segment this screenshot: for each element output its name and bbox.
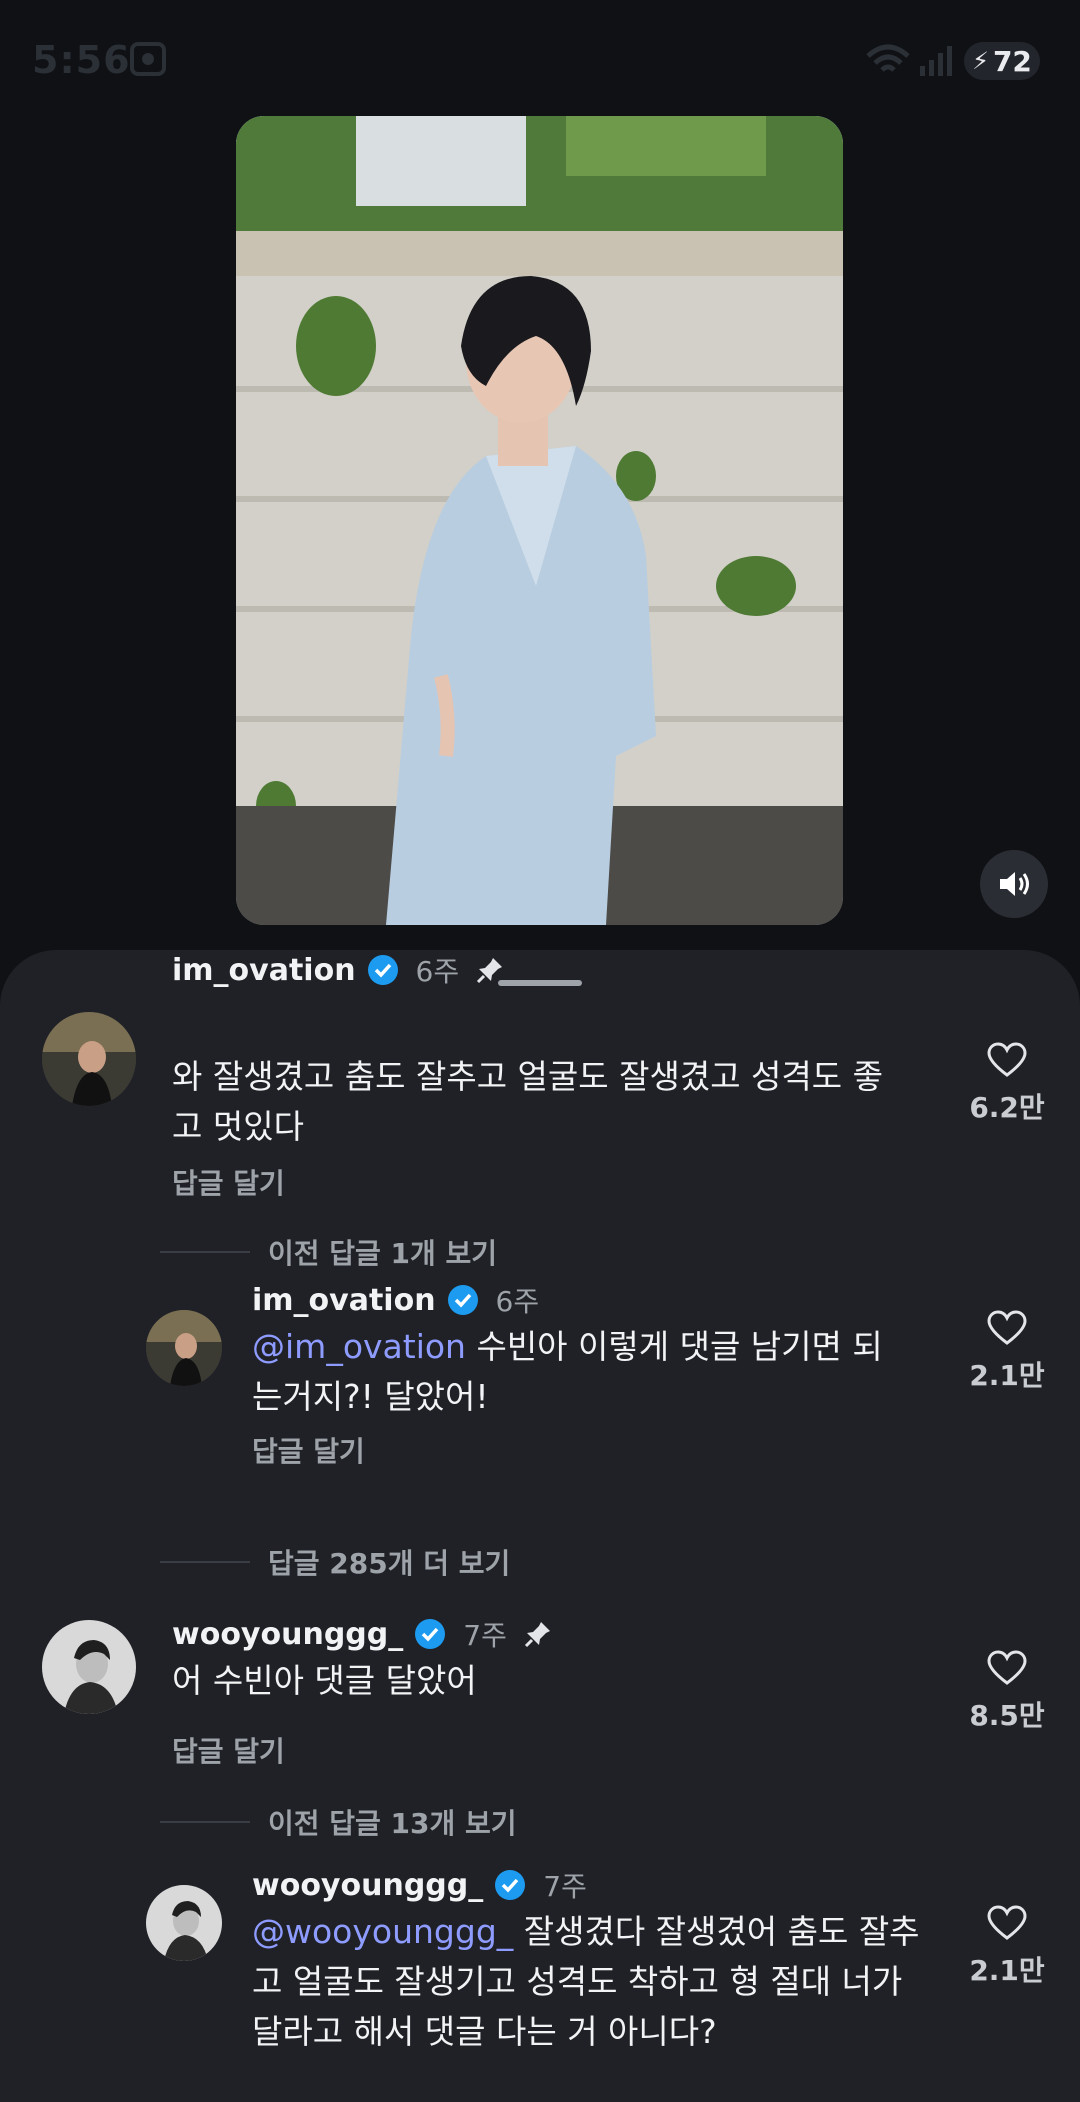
reply-item: wooyounggg_ 7주 @wooyounggg_ 잘생겼다 잘생겼어 춤도…	[0, 1868, 1080, 2102]
reply-button[interactable]: 답글 달기	[172, 1162, 285, 1202]
comment-header: im_ovation 6주	[252, 1280, 539, 1320]
verified-badge-icon	[367, 955, 398, 985]
comment-header: im_ovation 6주	[172, 950, 505, 990]
view-previous-replies[interactable]: 이전 답글 1개 보기	[160, 1232, 497, 1272]
heart-icon	[987, 1042, 1027, 1077]
comment-item: im_ovation 6주 와 잘생겼고 춤도 잘추고 얼굴도 잘생겼고 성격도…	[0, 950, 1080, 1210]
comment-header: wooyounggg_ 7주	[172, 1614, 553, 1654]
like-button[interactable]: 8.5만	[962, 1650, 1052, 1734]
avatar[interactable]	[146, 1310, 222, 1386]
reply-item: im_ovation 6주 @im_ovation 수빈아 이렇게 댓글 남기면…	[0, 1283, 1080, 1510]
comment-text: @im_ovation 수빈아 이렇게 댓글 남기면 되는거지?! 달았어!	[252, 1327, 883, 1416]
comment-text: @wooyounggg_ 잘생겼다 잘생겼어 춤도 잘추고 얼굴도 잘생기고 성…	[252, 1912, 920, 2051]
comment-age: 7주	[543, 1870, 587, 1903]
comment-age: 7주	[463, 1619, 507, 1652]
pin-icon	[524, 1622, 550, 1648]
like-count: 2.1만	[969, 1954, 1045, 1987]
heart-icon	[987, 1310, 1027, 1345]
charging-icon: ⚡	[972, 47, 989, 75]
view-previous-replies[interactable]: 이전 답글 13개 보기	[160, 1802, 517, 1842]
status-time: 5:56	[32, 38, 131, 82]
battery-indicator: ⚡ 72	[964, 42, 1040, 80]
comment-text: 와 잘생겼고 춤도 잘추고 얼굴도 잘생겼고 성격도 좋고 멋있다	[172, 1057, 883, 1146]
verified-badge-icon	[447, 1285, 478, 1315]
wifi-icon	[866, 44, 910, 72]
status-bar: 5:56 ⚡ 72	[0, 0, 1080, 120]
comment-username[interactable]: im_ovation	[172, 953, 356, 988]
comment-username[interactable]: wooyounggg_	[172, 1617, 403, 1652]
comment-text: 어 수빈아 댓글 달았어	[172, 1661, 477, 1700]
signal-icon	[920, 46, 952, 76]
comment-age: 6주	[495, 1285, 540, 1318]
thread-divider	[160, 1251, 250, 1253]
pin-icon	[477, 958, 503, 984]
view-more-replies[interactable]: 답글 285개 더 보기	[160, 1542, 510, 1582]
avatar[interactable]	[146, 1885, 222, 1961]
battery-level: 72	[992, 44, 1032, 78]
like-count: 6.2만	[969, 1091, 1045, 1124]
verified-badge-icon	[415, 1619, 446, 1649]
heart-icon	[987, 1905, 1027, 1940]
heart-icon	[987, 1650, 1027, 1685]
comment-age: 6주	[415, 955, 460, 988]
like-count: 2.1만	[969, 1359, 1045, 1392]
comments-sheet: im_ovation 6주 와 잘생겼고 춤도 잘추고 얼굴도 잘생겼고 성격도…	[0, 950, 1080, 2102]
volume-button[interactable]	[980, 850, 1048, 918]
reply-button[interactable]: 답글 달기	[172, 1730, 285, 1770]
comment-username[interactable]: wooyounggg_	[252, 1868, 483, 1903]
comment-header: wooyounggg_ 7주	[252, 1865, 587, 1905]
post-media[interactable]	[236, 116, 843, 925]
mention-link[interactable]: @wooyounggg_	[252, 1912, 513, 1951]
avatar[interactable]	[42, 1012, 136, 1106]
post-photo	[236, 116, 843, 925]
screen-record-icon	[130, 42, 166, 76]
thread-divider	[160, 1561, 250, 1563]
comment-username[interactable]: im_ovation	[252, 1283, 436, 1318]
verified-badge-icon	[495, 1870, 526, 1900]
reply-button[interactable]: 답글 달기	[252, 1430, 365, 1470]
like-button[interactable]: 2.1만	[962, 1905, 1052, 1989]
like-button[interactable]: 2.1만	[962, 1310, 1052, 1394]
like-button[interactable]: 6.2만	[962, 1042, 1052, 1126]
speaker-icon	[1000, 872, 1029, 896]
mention-link[interactable]: @im_ovation	[252, 1327, 466, 1366]
thread-divider	[160, 1821, 250, 1823]
avatar[interactable]	[42, 1620, 136, 1714]
like-count: 8.5만	[969, 1699, 1045, 1732]
comment-item: wooyounggg_ 7주 어 수빈아 댓글 달았어 답글 달기 8.5만	[0, 1617, 1080, 1800]
